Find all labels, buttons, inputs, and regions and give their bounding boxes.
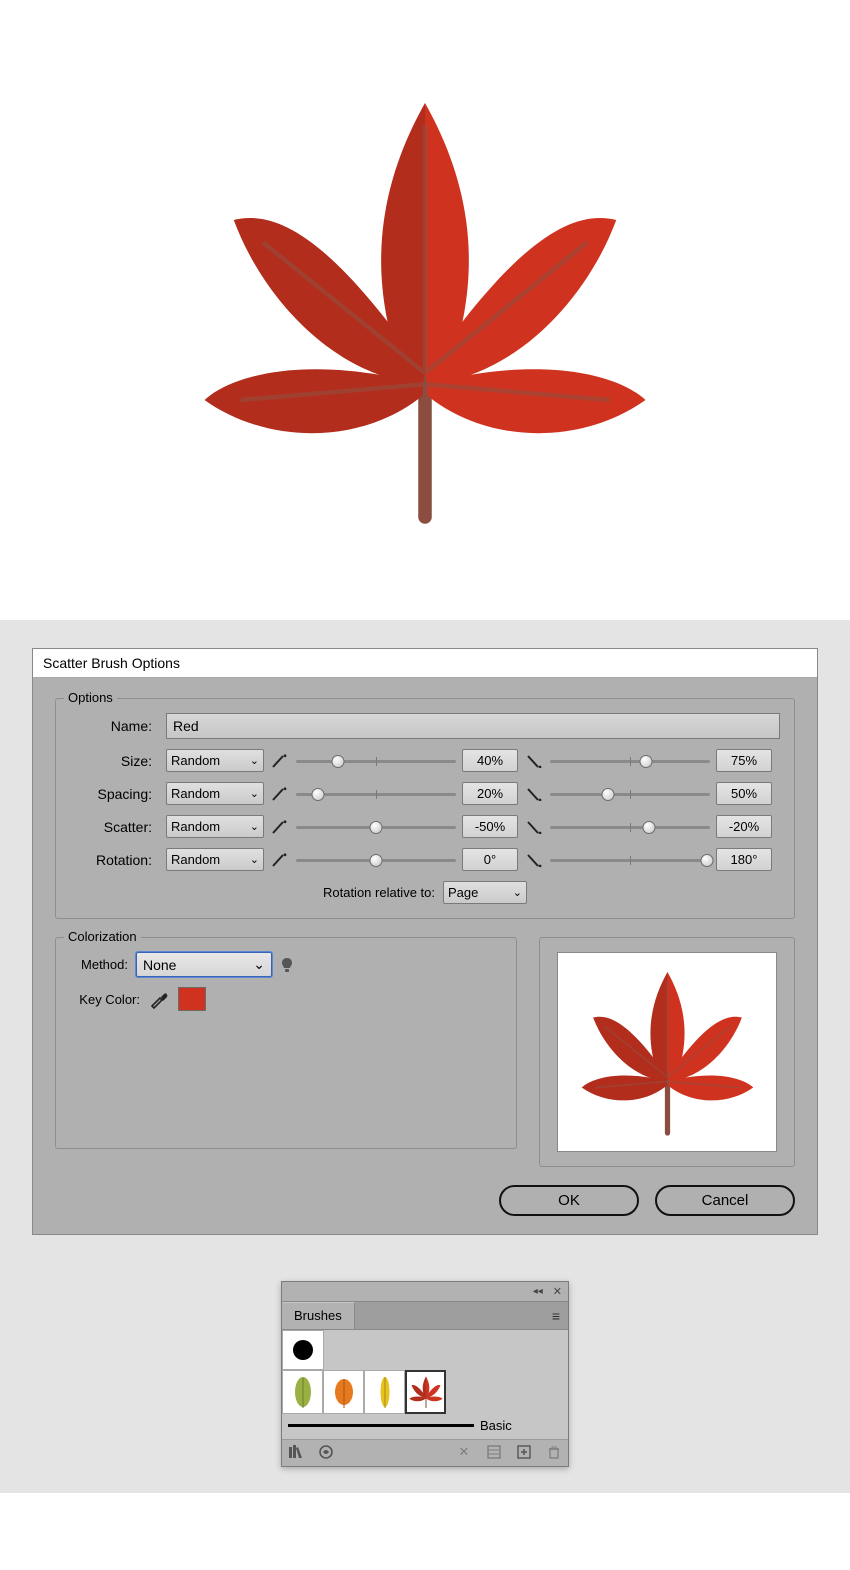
libraries-icon[interactable] bbox=[288, 1444, 304, 1460]
brush-leaf-red[interactable] bbox=[405, 1370, 446, 1414]
spacing-label: Spacing: bbox=[70, 786, 158, 802]
new-brush-icon[interactable] bbox=[516, 1444, 532, 1460]
options-legend: Options bbox=[64, 690, 117, 705]
brush-libraries-icon[interactable] bbox=[318, 1444, 334, 1460]
brushes-panel: ◂◂ ✕ Brushes ≡ Basic bbox=[281, 1281, 569, 1467]
brush-preview bbox=[557, 952, 777, 1152]
options-icon[interactable] bbox=[486, 1444, 502, 1460]
scatter-slider-1[interactable] bbox=[296, 820, 456, 834]
size-label: Size: bbox=[70, 753, 158, 769]
slider-min-icon bbox=[272, 820, 290, 834]
rotation-value-2[interactable]: 180° bbox=[716, 848, 772, 871]
brush-leaf-yellow[interactable] bbox=[364, 1370, 405, 1414]
size-mode-select[interactable]: Random⌄ bbox=[166, 749, 264, 772]
size-slider-1[interactable] bbox=[296, 754, 456, 768]
chevron-down-icon: ⌄ bbox=[250, 820, 259, 833]
slider-max-icon bbox=[526, 820, 544, 834]
rotation-label: Rotation: bbox=[70, 852, 158, 868]
key-color-label: Key Color: bbox=[70, 992, 140, 1007]
eyedropper-icon[interactable] bbox=[148, 988, 170, 1010]
spacing-value-2[interactable]: 50% bbox=[716, 782, 772, 805]
rotation-slider-2[interactable] bbox=[550, 853, 710, 867]
collapse-icon[interactable]: ◂◂ bbox=[533, 1286, 543, 1297]
leaf-artwork bbox=[200, 60, 650, 560]
size-slider-2[interactable] bbox=[550, 754, 710, 768]
dialog-title: Scatter Brush Options bbox=[33, 649, 817, 678]
chevron-down-icon: ⌄ bbox=[250, 787, 259, 800]
method-select[interactable]: None⌄ bbox=[136, 952, 272, 977]
slider-max-icon bbox=[526, 787, 544, 801]
brush-basic[interactable]: Basic bbox=[282, 1414, 568, 1439]
rotation-value-1[interactable]: 0° bbox=[462, 848, 518, 871]
panel-menu-icon[interactable]: ≡ bbox=[544, 1304, 568, 1328]
colorization-legend: Colorization bbox=[64, 929, 141, 944]
chevron-down-icon: ⌄ bbox=[513, 886, 522, 899]
rotation-mode-select[interactable]: Random⌄ bbox=[166, 848, 264, 871]
chevron-down-icon: ⌄ bbox=[250, 853, 259, 866]
ok-button[interactable]: OK bbox=[499, 1185, 639, 1216]
slider-max-icon bbox=[526, 754, 544, 768]
spacing-slider-2[interactable] bbox=[550, 787, 710, 801]
spacing-slider-1[interactable] bbox=[296, 787, 456, 801]
brush-round-default[interactable] bbox=[282, 1330, 324, 1370]
scatter-brush-dialog: Scatter Brush Options Options Name: Size… bbox=[32, 648, 818, 1235]
scatter-label: Scatter: bbox=[70, 819, 158, 835]
cancel-button[interactable]: Cancel bbox=[655, 1185, 795, 1216]
size-value-1[interactable]: 40% bbox=[462, 749, 518, 772]
scatter-mode-select[interactable]: Random⌄ bbox=[166, 815, 264, 838]
method-label: Method: bbox=[70, 957, 128, 972]
slider-min-icon bbox=[272, 853, 290, 867]
scatter-slider-2[interactable] bbox=[550, 820, 710, 834]
rotation-relative-label: Rotation relative to: bbox=[323, 885, 435, 900]
rotation-slider-1[interactable] bbox=[296, 853, 456, 867]
colorization-group: Colorization Method: None⌄ Key Color: bbox=[55, 937, 517, 1149]
name-input[interactable] bbox=[166, 713, 780, 739]
brushes-tab[interactable]: Brushes bbox=[282, 1302, 355, 1329]
chevron-down-icon: ⌄ bbox=[253, 956, 265, 973]
scatter-value-1[interactable]: -50% bbox=[462, 815, 518, 838]
rotation-relative-select[interactable]: Page⌄ bbox=[443, 881, 527, 904]
close-icon[interactable]: ✕ bbox=[553, 1285, 562, 1298]
artwork-canvas bbox=[0, 0, 850, 620]
slider-min-icon bbox=[272, 754, 290, 768]
key-color-swatch[interactable] bbox=[178, 987, 206, 1011]
preview-group bbox=[539, 937, 795, 1167]
options-group: Options Name: Size: Random⌄ 40% bbox=[55, 698, 795, 919]
spacing-mode-select[interactable]: Random⌄ bbox=[166, 782, 264, 805]
slider-max-icon bbox=[526, 853, 544, 867]
size-value-2[interactable]: 75% bbox=[716, 749, 772, 772]
slider-min-icon bbox=[272, 787, 290, 801]
brush-leaf-green[interactable] bbox=[282, 1370, 323, 1414]
name-label: Name: bbox=[70, 718, 158, 734]
brush-leaf-orange[interactable] bbox=[323, 1370, 364, 1414]
remove-stroke-icon[interactable]: ✕ bbox=[456, 1444, 472, 1460]
scatter-value-2[interactable]: -20% bbox=[716, 815, 772, 838]
chevron-down-icon: ⌄ bbox=[250, 754, 259, 767]
tip-icon[interactable] bbox=[280, 957, 294, 973]
spacing-value-1[interactable]: 20% bbox=[462, 782, 518, 805]
delete-brush-icon[interactable] bbox=[546, 1444, 562, 1460]
basic-label: Basic bbox=[480, 1418, 512, 1433]
